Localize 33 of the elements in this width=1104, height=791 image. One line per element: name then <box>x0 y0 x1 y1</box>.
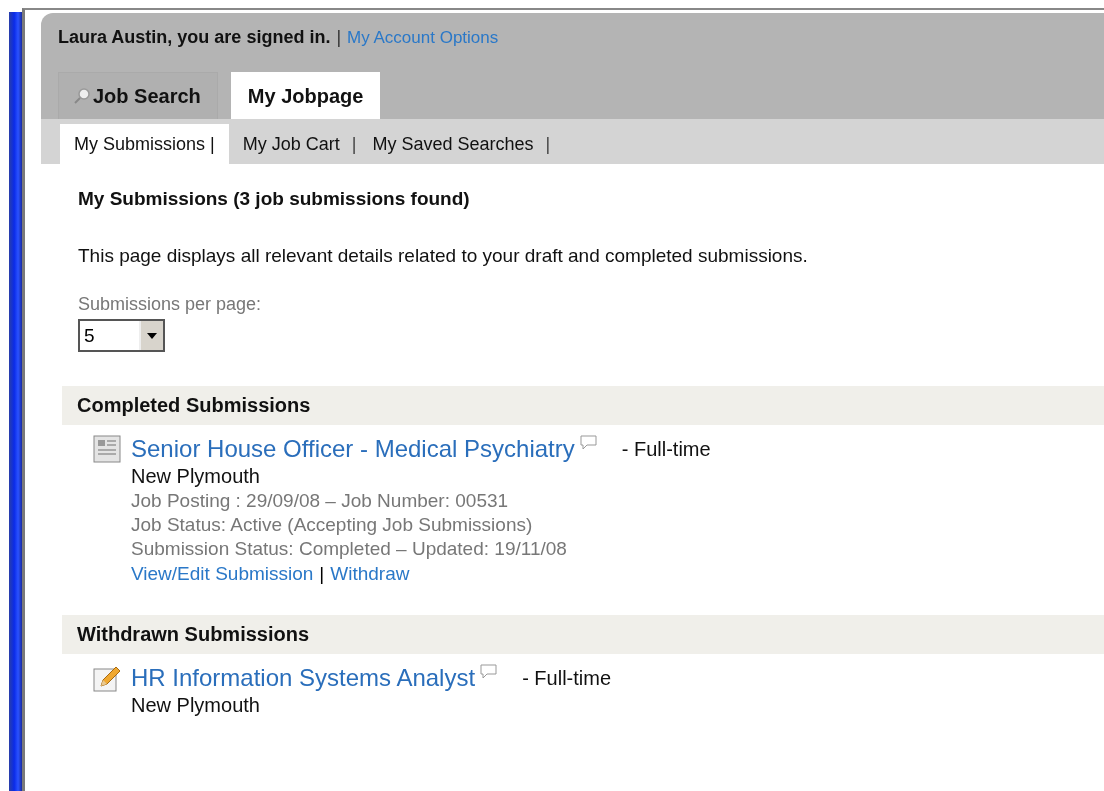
separator: | <box>336 27 342 48</box>
subnav-tab[interactable]: My Job Cart <box>228 124 350 164</box>
speech-bubble-icon <box>578 435 598 450</box>
section-header: Completed Submissions <box>62 386 1104 425</box>
dropdown-arrow-icon <box>147 332 157 339</box>
job-title-link[interactable]: HR Information Systems Analyst <box>131 664 476 692</box>
per-page-select[interactable]: 5 <box>78 319 165 352</box>
page-heading: My Submissions (3 job submissions found) <box>78 187 471 211</box>
search-icon <box>73 87 91 105</box>
job-title-link[interactable]: Senior House Officer - Medical Psychiatry <box>131 435 575 463</box>
separator: | <box>544 132 552 156</box>
pencil-icon <box>93 664 121 692</box>
action-link[interactable]: View/Edit Submission <box>131 561 314 587</box>
separator: | <box>350 132 358 156</box>
intro-text: This page displays all relevant details related to your draft and completed submissions. <box>78 245 809 267</box>
job-detail: Job Status: Active (Accepting Job Submissions) <box>131 513 534 537</box>
job-location: New Plymouth <box>131 693 261 718</box>
job-type: - Full-time <box>522 666 611 690</box>
signed-in-text: Laura Austin, you are signed in. <box>58 27 331 48</box>
job-location: New Plymouth <box>131 464 261 489</box>
document-icon <box>93 435 121 463</box>
job-detail: Job Posting : 29/09/08 – Job Number: 00531 <box>131 489 510 513</box>
action-link[interactable]: Withdraw <box>330 561 410 587</box>
speech-bubble-icon <box>479 664 499 679</box>
separator: | <box>319 562 325 586</box>
subnav-tab[interactable]: My Saved Searches <box>358 124 544 164</box>
section-header: Withdrawn Submissions <box>62 615 1104 654</box>
field-label: Submissions per page: <box>78 294 263 315</box>
tab[interactable]: Job Search <box>58 72 218 119</box>
job-detail: Submission Status: Completed – Updated: 19/11/08 <box>131 537 568 561</box>
tab[interactable]: My Jobpage <box>230 72 381 119</box>
job-type: - Full-time <box>621 437 711 461</box>
subnav-tab[interactable]: My Submissions | <box>60 124 229 164</box>
